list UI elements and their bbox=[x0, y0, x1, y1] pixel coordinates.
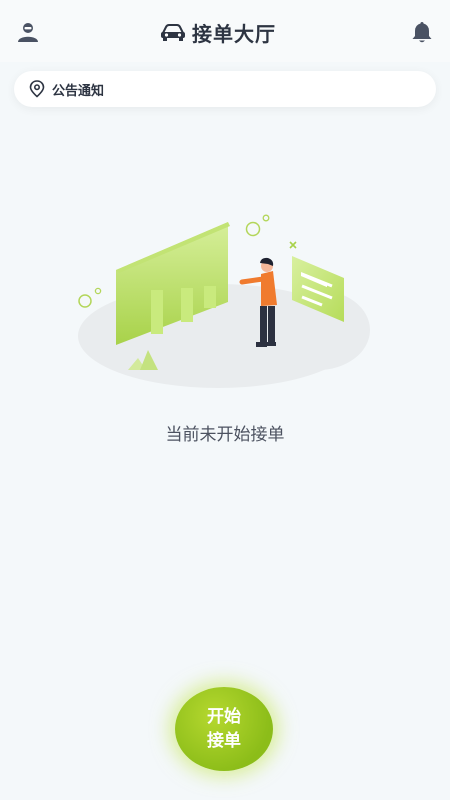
start-accepting-orders-button[interactable]: 开始接单 bbox=[175, 687, 273, 771]
page-title: 接单大厅 bbox=[192, 21, 276, 46]
announcement-label: 公告通知 bbox=[52, 83, 105, 99]
user-profile-icon bbox=[18, 23, 38, 42]
notice-icon-wrap bbox=[28, 80, 46, 98]
location-pin-icon bbox=[29, 80, 45, 98]
start-button-label: 开始接单 bbox=[207, 707, 241, 750]
car-icon bbox=[161, 24, 185, 41]
title-group: 接单大厅 bbox=[160, 16, 290, 48]
empty-state-message: 当前未开始接单 bbox=[165, 425, 285, 445]
empty-orders-illustration bbox=[78, 214, 370, 388]
top-bar: 接单大厅 bbox=[0, 0, 450, 62]
bell-icon bbox=[412, 22, 432, 43]
profile-button[interactable] bbox=[14, 18, 42, 46]
notifications-button[interactable] bbox=[408, 18, 436, 46]
announcement-bar[interactable]: 公告通知 bbox=[14, 71, 436, 107]
